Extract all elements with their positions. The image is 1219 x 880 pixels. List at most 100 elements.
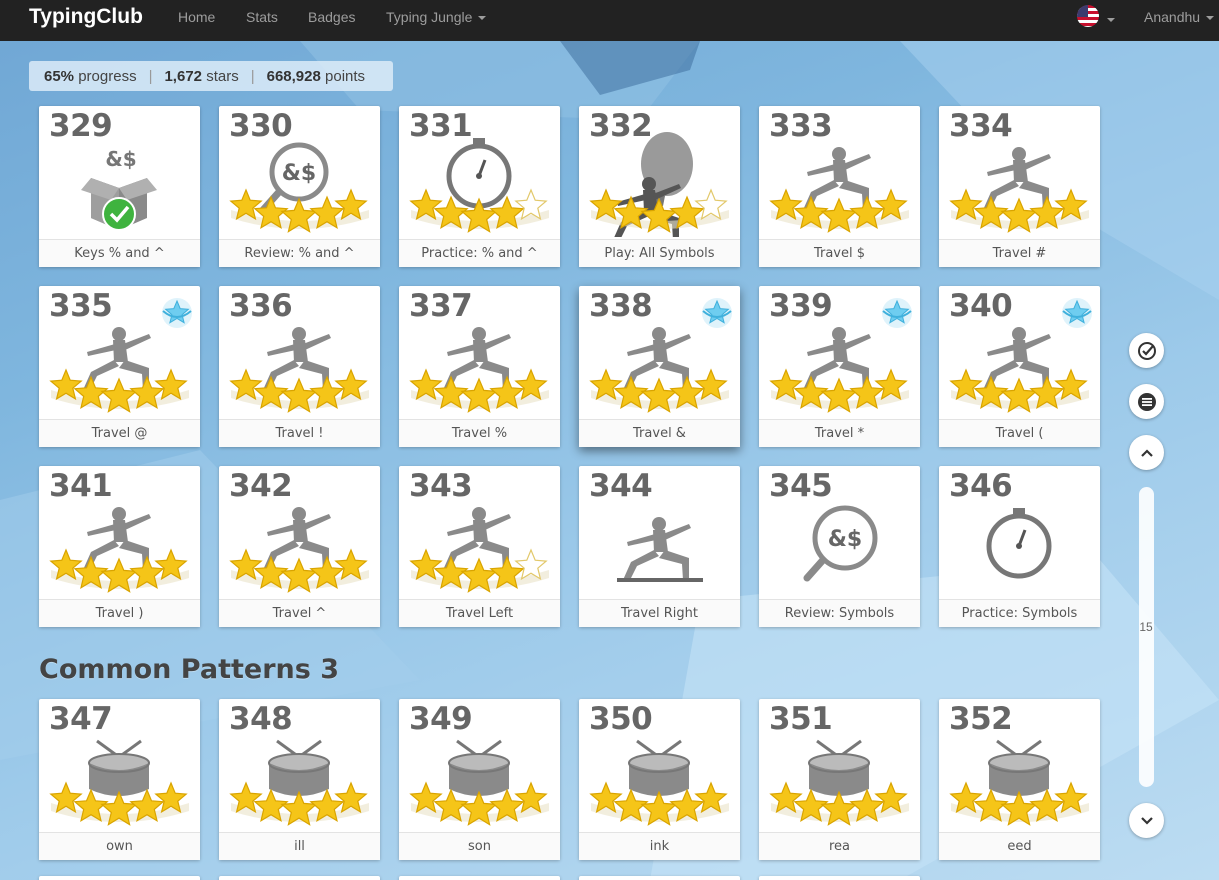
drum-icon (268, 739, 330, 796)
stopwatch-icon (446, 138, 512, 209)
brand-logo[interactable]: TypingClub (29, 5, 143, 29)
lesson-card-352[interactable]: 352 eed (939, 699, 1100, 860)
next-row-card[interactable] (759, 876, 920, 880)
check-circle-button[interactable] (1129, 333, 1164, 368)
next-row-card[interactable] (219, 876, 380, 880)
lesson-card-335[interactable]: 335 Travel @ (39, 286, 200, 447)
lesson-card-341[interactable]: 341 Travel ) (39, 466, 200, 627)
drum-icon (88, 739, 150, 796)
lesson-number: 336 (229, 288, 293, 324)
lesson-card-338[interactable]: 338 Travel & (579, 286, 740, 447)
lesson-card-344[interactable]: 344 Travel Right (579, 466, 740, 627)
lesson-number: 333 (769, 108, 833, 144)
lesson-title: Travel & (579, 419, 740, 447)
stars-value: 1,672 (164, 67, 203, 85)
lesson-card-336[interactable]: 336 Travel ! (219, 286, 380, 447)
star-rating (949, 188, 1089, 233)
lesson-card-350[interactable]: 350 ink (579, 699, 740, 860)
lesson-number: 329 (49, 108, 113, 144)
star-rating (409, 548, 549, 593)
menu-button[interactable] (1129, 384, 1164, 419)
nav-home[interactable]: Home (178, 9, 215, 25)
lesson-card-347[interactable]: 347 own (39, 699, 200, 860)
lesson-card-351[interactable]: 351 rea (759, 699, 920, 860)
lesson-title: Practice: Symbols (939, 599, 1100, 627)
lesson-number: 330 (229, 108, 293, 144)
progress-value: 65% (44, 67, 75, 85)
badge-icon (702, 298, 732, 328)
lesson-title: Travel $ (759, 239, 920, 267)
badge-icon (882, 298, 912, 328)
lesson-card-330[interactable]: &$ 330 Review: % and ^ (219, 106, 380, 267)
svg-text:&$: &$ (105, 147, 136, 171)
lesson-card-345[interactable]: &$ 345 Review: Symbols (759, 466, 920, 627)
lesson-card-342[interactable]: 342 Travel ^ (219, 466, 380, 627)
top-navbar: TypingClub Home Stats Badges Typing Jung… (0, 0, 1219, 41)
lesson-title: Travel Right (579, 599, 740, 627)
nav-badges[interactable]: Badges (308, 9, 355, 25)
progress-summary: 65% progress | 1,672 stars | 668,928 poi… (29, 61, 393, 91)
lesson-card-333[interactable]: 333 Travel $ (759, 106, 920, 267)
lesson-card-339[interactable]: 339 Travel * (759, 286, 920, 447)
lesson-card-332[interactable]: 332 Play: All Symbols (579, 106, 740, 267)
check-circle-icon (1137, 341, 1156, 360)
lesson-number: 344 (589, 468, 653, 504)
lesson-card-334[interactable]: 334 Travel # (939, 106, 1100, 267)
lesson-number: 338 (589, 288, 653, 324)
lesson-title: Travel # (939, 239, 1100, 267)
lesson-title: Travel * (759, 419, 920, 447)
lesson-card-348[interactable]: 348 ill (219, 699, 380, 860)
lesson-number: 341 (49, 468, 113, 504)
lesson-card-340[interactable]: 340 Travel ( (939, 286, 1100, 447)
lesson-title: Travel % (399, 419, 560, 447)
lesson-title: Practice: % and ^ (399, 239, 560, 267)
scroll-down-button[interactable] (1129, 803, 1164, 838)
lesson-number: 343 (409, 468, 473, 504)
svg-text:&$: &$ (828, 527, 863, 552)
lesson-title: ill (219, 832, 380, 860)
lesson-card-346[interactable]: 346 Practice: Symbols (939, 466, 1100, 627)
star-rating (49, 548, 189, 593)
next-row-card[interactable] (399, 876, 560, 880)
scroll-up-button[interactable] (1129, 435, 1164, 470)
nav-typing-jungle[interactable]: Typing Jungle (386, 9, 487, 25)
scroll-level-number[interactable]: 15 (1136, 617, 1156, 637)
lesson-title: Review: % and ^ (219, 239, 380, 267)
level-scrollbar[interactable] (1139, 487, 1154, 787)
chevron-down-icon (1206, 16, 1215, 21)
magnifier-icon: &$ (803, 505, 878, 582)
separator: | (148, 67, 153, 85)
star-rating (589, 368, 729, 413)
drum-icon (988, 739, 1050, 796)
lesson-title: eed (939, 832, 1100, 860)
lesson-title: Keys % and ^ (39, 239, 200, 267)
lesson-title: son (399, 832, 560, 860)
lesson-card-331[interactable]: 331 Practice: % and ^ (399, 106, 560, 267)
lesson-title: Travel Left (399, 599, 560, 627)
lesson-card-337[interactable]: 337 Travel % (399, 286, 560, 447)
user-name: Anandhu (1144, 9, 1201, 25)
star-rating (949, 368, 1089, 413)
language-dropdown-caret[interactable] (1101, 11, 1115, 27)
nav-stats[interactable]: Stats (246, 9, 278, 25)
badge-icon (1062, 298, 1092, 328)
lesson-card-349[interactable]: 349 son (399, 699, 560, 860)
lesson-number: 337 (409, 288, 473, 324)
progress-label: progress (78, 67, 137, 85)
next-row-card[interactable] (579, 876, 740, 880)
lesson-number: 332 (589, 108, 653, 144)
svg-text:&$: &$ (282, 161, 317, 186)
lesson-card-329[interactable]: &$ 329 Keys % and ^ (39, 106, 200, 267)
chevron-down-icon (478, 16, 487, 21)
badge-icon (162, 298, 192, 328)
lesson-title: rea (759, 832, 920, 860)
star-rating (769, 188, 909, 233)
star-rating (769, 368, 909, 413)
next-row-card[interactable] (39, 876, 200, 880)
star-rating (409, 368, 549, 413)
stars-label: stars (206, 67, 239, 85)
us-flag-icon[interactable] (1077, 5, 1099, 27)
lesson-title: Play: All Symbols (579, 239, 740, 267)
lesson-card-343[interactable]: 343 Travel Left (399, 466, 560, 627)
user-menu[interactable]: Anandhu (1144, 9, 1215, 25)
